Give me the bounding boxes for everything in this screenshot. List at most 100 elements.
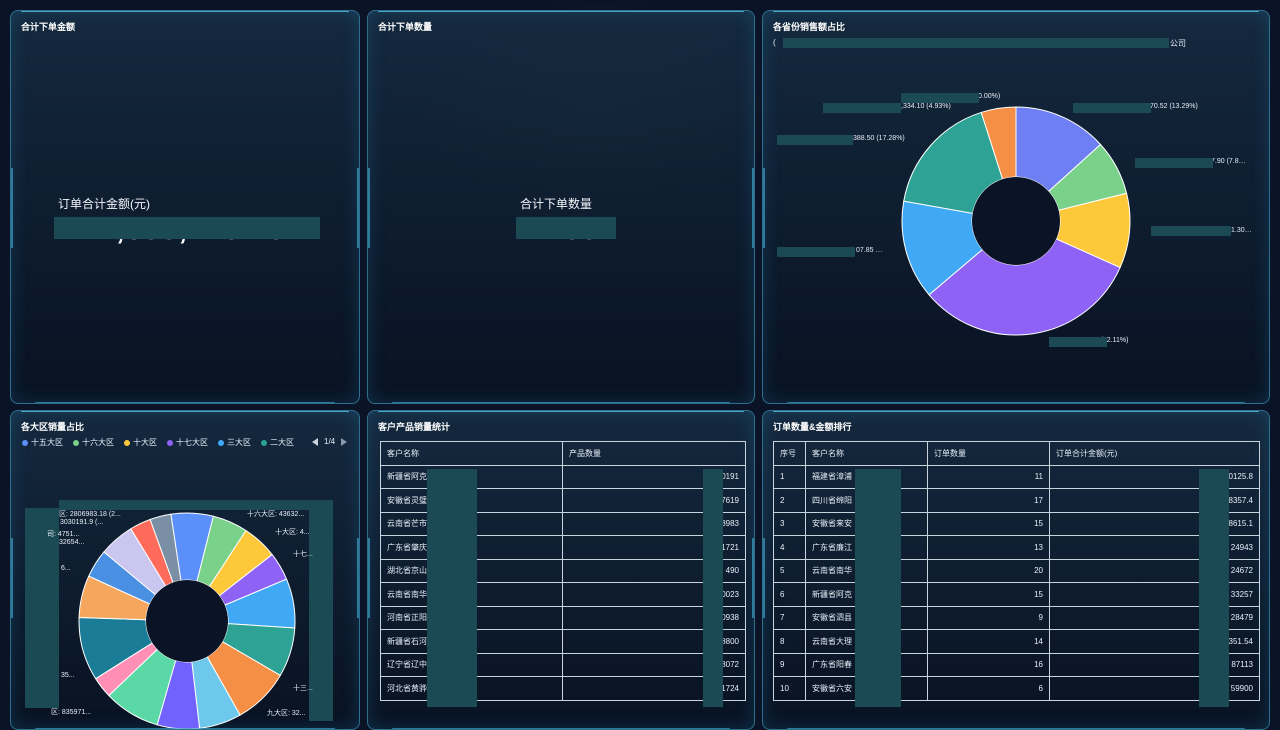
- cell-order-count: 20: [927, 558, 1050, 583]
- slice-label: 35...: [61, 672, 75, 679]
- redaction-block: [901, 93, 979, 103]
- table-header-row: 客户名称 产品数量: [380, 441, 746, 466]
- next-page-icon[interactable]: [341, 437, 348, 446]
- legend-item[interactable]: 三大区: [218, 437, 251, 448]
- panel-title: 合计下单金额: [21, 22, 76, 32]
- table-row[interactable]: 9 广东省阳春 16 87113: [773, 652, 1260, 677]
- redaction-block: [54, 217, 320, 239]
- edge-decor: [357, 167, 359, 248]
- prev-page-icon[interactable]: [312, 437, 318, 446]
- donut-hole: [146, 580, 228, 662]
- cell-index: 8: [773, 629, 806, 654]
- cell-order-count: 6: [927, 676, 1050, 701]
- legend-dot-icon: [73, 439, 79, 446]
- legend-item[interactable]: 十六大区: [73, 437, 114, 448]
- legend-item[interactable]: 十七大区: [167, 437, 208, 448]
- cell-index: 6: [773, 582, 806, 607]
- edge-decor: [752, 167, 754, 248]
- slice-label: 十七...: [293, 551, 313, 558]
- panel-order-ranking: 订单数量&金额排行 序号 客户名称 订单数量 订单合计金额(元) 1 福建省漳浦 1…: [762, 410, 1270, 730]
- cell-index: 9: [773, 652, 806, 677]
- panel-province-share: 各省份销售额占比 公司 ( 70.52 (13.29%) 7.90 (7.8… …: [762, 10, 1270, 404]
- table-row[interactable]: 2 四川省绵阳 17 8357.4: [773, 488, 1260, 513]
- cell-order-count: 13: [927, 535, 1050, 560]
- cell-index: 5: [773, 558, 806, 583]
- cell-order-count: 9: [927, 605, 1050, 630]
- legend-label: 十七大区: [176, 438, 208, 447]
- cell-order-count: 15: [927, 511, 1050, 536]
- cell-order-count: 11: [927, 464, 1050, 489]
- table-row[interactable]: 8 云南省大理 14 351.54: [773, 629, 1260, 654]
- edge-decor: [11, 167, 13, 248]
- legend-dot-icon: [167, 439, 173, 446]
- legend-label: 二大区: [270, 438, 294, 447]
- slice-label: 0.00%): [978, 93, 1001, 100]
- redaction-block: [1135, 158, 1213, 168]
- legend-dot-icon: [22, 439, 28, 446]
- legend-item[interactable]: 十大区: [124, 437, 157, 448]
- panel-title: 客户产品销量统计: [378, 422, 451, 432]
- slice-label: 7.90 (7.8…: [1211, 158, 1246, 165]
- slice-label: 388.50 (17.28%): [853, 135, 905, 142]
- redaction-block: [1073, 103, 1151, 113]
- redaction-block: [427, 469, 477, 707]
- legend-pager: 1/4: [312, 437, 348, 446]
- legend-item[interactable]: 二大区: [261, 437, 294, 448]
- table-row[interactable]: 10 安徽省六安 6 59900: [773, 676, 1260, 701]
- table-row[interactable]: 1 福建省漳浦 11 0125.8: [773, 464, 1260, 489]
- slice-label: 6...: [61, 565, 71, 572]
- legend-dot-icon: [261, 439, 267, 446]
- slice-label: 1.30…: [1231, 227, 1252, 234]
- table-row[interactable]: 4 广东省廉江 13 24943: [773, 535, 1260, 560]
- legend-item[interactable]: 十五大区: [22, 437, 63, 448]
- panel-customer-products: 客户产品销量统计 客户名称 产品数量 新疆省阿克 0191 安徽省灵璧 7619 云…: [367, 410, 755, 730]
- donut-hole: [972, 177, 1060, 265]
- table-row[interactable]: 3 安徽省来安 15 8615.1: [773, 511, 1260, 536]
- cell-index: 1: [773, 464, 806, 489]
- column-header: 客户名称: [805, 441, 928, 466]
- cell-order-count: 17: [927, 488, 1050, 513]
- cell-index: 3: [773, 511, 806, 536]
- panel-total-amount: 合计下单金额 订单合计金额(元) 147,395,440.40: [10, 10, 360, 404]
- panel-total-quantity: 合计下单数量 合计下单数量 1265: [367, 10, 755, 404]
- region-legend: 十五大区 十六大区 十大区 十七大区 三大区 二大区: [22, 437, 294, 448]
- cell-index: 10: [773, 676, 806, 701]
- redaction-block: [855, 469, 901, 707]
- redaction-block: [1199, 469, 1229, 707]
- redaction-block: [823, 103, 901, 113]
- cell-index: 2: [773, 488, 806, 513]
- edge-decor: [752, 538, 754, 619]
- table-row[interactable]: 7 安徽省泗县 9 28479: [773, 605, 1260, 630]
- slice-label: 32654...: [59, 539, 85, 546]
- table-row[interactable]: 6 新疆省阿克 15 33257: [773, 582, 1260, 607]
- cell-order-count: 16: [927, 652, 1050, 677]
- redaction-block: [1151, 226, 1231, 236]
- slice-label: 十六大区: 43632...: [247, 511, 305, 518]
- province-donut-chart: [901, 106, 1131, 336]
- redaction-block: [777, 247, 855, 257]
- table-row[interactable]: 5 云南省南华 20 24672: [773, 558, 1260, 583]
- cell-order-count: 15: [927, 582, 1050, 607]
- legend-label: 十大区: [133, 438, 157, 447]
- column-header: 订单合计金额(元): [1049, 441, 1260, 466]
- page-indicator: 1/4: [324, 437, 336, 446]
- edge-decor: [763, 538, 765, 619]
- cell-index: 4: [773, 535, 806, 560]
- legend-dot-icon: [218, 439, 224, 446]
- column-header: 序号: [773, 441, 806, 466]
- slice-label: 司: 4751...: [47, 531, 80, 538]
- cell-order-count: 14: [927, 629, 1050, 654]
- slice-label: 十大区: 4...: [275, 529, 310, 536]
- cell-index: 7: [773, 605, 806, 630]
- redaction-block: [703, 469, 723, 707]
- redaction-block: [1049, 337, 1107, 347]
- panel-region-share: 各大区销量占比 区: 2806983.18 (2... 3030191.9 (.…: [10, 410, 360, 730]
- slice-label: 十三...: [293, 685, 313, 692]
- redaction-block: [777, 135, 853, 145]
- legend-label: 十六大区: [82, 438, 114, 447]
- slice-label: 区: 835971...: [51, 709, 92, 716]
- slice-label: 区: 2806983.18 (2...: [59, 511, 121, 518]
- slice-label: ,334.10 (4.93%): [901, 103, 951, 110]
- amount-label: 订单合计金额(元): [58, 197, 150, 211]
- slice-label: 07.85 …: [856, 247, 883, 254]
